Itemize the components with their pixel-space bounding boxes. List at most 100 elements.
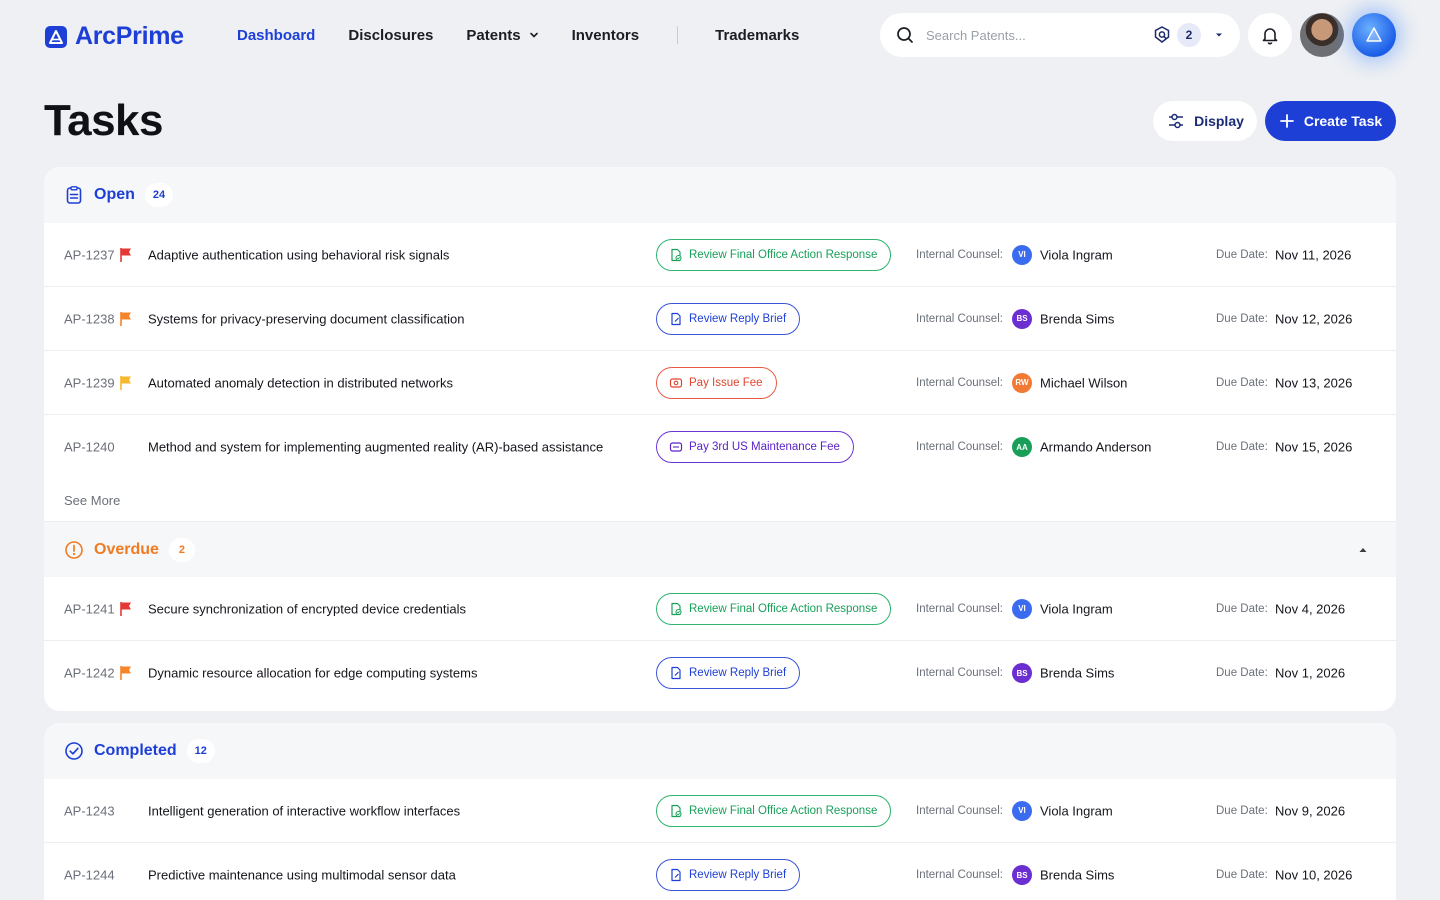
caret-down-icon[interactable] [1212, 28, 1226, 42]
search-icon [897, 27, 913, 43]
section-count-badge: 2 [168, 537, 195, 562]
task-title[interactable]: Adaptive authentication using behavioral… [148, 247, 449, 262]
section-title: Completed [94, 742, 177, 759]
counsel-avatar: VI [1012, 244, 1032, 265]
task-title[interactable]: Automated anomaly detection in distribut… [148, 375, 453, 390]
priority-flag-icon [120, 666, 131, 680]
task-row[interactable]: AP-1237 Adaptive authentication using beh… [44, 223, 1396, 287]
create-task-button[interactable]: Create Task [1265, 101, 1396, 141]
task-action-label: Review Reply Brief [689, 667, 787, 679]
nav-inventors[interactable]: Inventors [572, 27, 640, 44]
nav-dashboard[interactable]: Dashboard [237, 27, 315, 44]
document-edit-icon [671, 312, 681, 325]
counsel-name[interactable]: Viola Ingram [1040, 601, 1113, 616]
internal-counsel-label: Internal Counsel: [916, 602, 1003, 615]
counsel-name[interactable]: Viola Ingram [1040, 803, 1113, 818]
completed-section-header[interactable]: Completed 12 [44, 723, 1396, 779]
task-action-label: Pay Issue Fee [689, 376, 763, 389]
notifications-button[interactable] [1248, 13, 1292, 57]
section-count-badge: 12 [186, 739, 215, 763]
due-date-value: Nov 4, 2026 [1275, 601, 1346, 616]
task-id[interactable]: AP-1239 [64, 375, 115, 390]
nav-disclosures[interactable]: Disclosures [348, 27, 433, 44]
counsel-name[interactable]: Brenda Sims [1040, 666, 1114, 681]
logo[interactable]: ArcPrime [45, 22, 184, 51]
task-id[interactable]: AP-1237 [64, 247, 115, 262]
due-date-value: Nov 1, 2026 [1275, 665, 1346, 681]
internal-counsel-label: Internal Counsel: [916, 804, 1003, 817]
task-id[interactable]: AP-1243 [64, 803, 115, 818]
task-title[interactable]: Method and system for implementing augme… [148, 440, 603, 455]
counsel-name[interactable]: Armando Anderson [1040, 440, 1151, 455]
internal-counsel-label: Internal Counsel: [916, 441, 1003, 453]
collapse-caret-icon[interactable] [1358, 546, 1368, 554]
see-more-link[interactable]: See More [44, 479, 1396, 521]
payment-icon [669, 377, 683, 388]
document-edit-icon [671, 868, 681, 882]
task-action-label: Review Final Office Action Response [689, 602, 878, 615]
section-title: Open [94, 186, 135, 203]
task-title[interactable]: Secure synchronization of encrypted devi… [148, 601, 466, 616]
priority-flag-icon [120, 601, 131, 616]
alert-circle-icon [65, 540, 83, 559]
document-check-icon [671, 804, 682, 817]
task-row[interactable]: AP-1244 Predictive maintenance using mult… [44, 843, 1396, 900]
due-date-label: Due Date: [1216, 602, 1268, 615]
counsel-name[interactable]: Brenda Sims [1040, 311, 1114, 326]
task-row[interactable]: AP-1241 Secure synchronization of encrypt… [44, 577, 1396, 641]
patent-filter-icon [1154, 26, 1170, 43]
counsel-name[interactable]: Brenda Sims [1040, 868, 1114, 883]
task-action-button[interactable]: Review Final Office Action Response [656, 794, 892, 827]
display-button[interactable]: Display [1153, 101, 1257, 141]
nav-patents-label: Patents [466, 26, 521, 44]
task-id[interactable]: AP-1238 [64, 311, 115, 326]
task-id[interactable]: AP-1242 [64, 666, 115, 681]
counsel-avatar: RW [1012, 372, 1032, 393]
nav-trademarks[interactable]: Trademarks [715, 27, 799, 44]
search-input[interactable] [926, 27, 1141, 43]
completed-section: Completed 12 AP-1243 Intelligent generati… [44, 723, 1396, 900]
due-date-value: Nov 12, 2026 [1275, 311, 1353, 326]
user-avatar[interactable] [1300, 13, 1344, 57]
task-row[interactable]: AP-1238 Systems for privacy-preserving do… [44, 287, 1396, 351]
task-title[interactable]: Systems for privacy-preserving document … [148, 311, 464, 326]
nav-patents[interactable]: Patents [466, 27, 538, 44]
ai-assistant-button[interactable] [1352, 13, 1396, 57]
overdue-section-header[interactable]: Overdue 2 [44, 521, 1396, 577]
plus-icon [1279, 114, 1294, 128]
due-date-label: Due Date: [1216, 248, 1268, 261]
task-action-button[interactable]: Review Final Office Action Response [656, 592, 892, 625]
task-action-button[interactable]: Review Reply Brief [656, 859, 801, 891]
task-action-button[interactable]: Pay 3rd US Maintenance Fee [656, 431, 854, 463]
internal-counsel-label: Internal Counsel: [916, 248, 1003, 261]
task-action-button[interactable]: Review Final Office Action Response [656, 238, 892, 271]
task-row[interactable]: AP-1243 Intelligent generation of interac… [44, 779, 1396, 843]
task-title[interactable]: Intelligent generation of interactive wo… [148, 803, 460, 818]
internal-counsel-label: Internal Counsel: [916, 376, 1003, 389]
due-date-label: Due Date: [1216, 441, 1268, 453]
task-action-button[interactable]: Review Reply Brief [656, 302, 801, 335]
task-action-button[interactable]: Review Reply Brief [656, 657, 801, 689]
counsel-name[interactable]: Michael Wilson [1040, 375, 1127, 390]
logo-icon [45, 25, 67, 48]
sliders-icon [1169, 113, 1184, 129]
task-title[interactable]: Dynamic resource allocation for edge com… [148, 666, 477, 681]
task-id[interactable]: AP-1244 [64, 868, 115, 883]
task-id[interactable]: AP-1240 [64, 440, 115, 455]
task-row[interactable]: AP-1242 Dynamic resource allocation for e… [44, 641, 1396, 705]
task-row[interactable]: AP-1240 Method and system for implementin… [44, 415, 1396, 479]
document-check-icon [671, 248, 682, 261]
document-check-icon [671, 602, 682, 615]
open-section-header[interactable]: Open 24 [44, 167, 1396, 223]
document-edit-icon [671, 666, 681, 680]
task-action-button[interactable]: Pay Issue Fee [656, 366, 777, 399]
task-id[interactable]: AP-1241 [64, 601, 115, 616]
task-title[interactable]: Predictive maintenance using multimodal … [148, 868, 456, 883]
task-row[interactable]: AP-1239 Automated anomaly detection in di… [44, 351, 1396, 415]
filter-count-badge: 2 [1177, 23, 1201, 47]
counsel-name[interactable]: Viola Ingram [1040, 247, 1113, 262]
counsel-avatar: BS [1012, 865, 1032, 885]
counsel-avatar: BS [1012, 663, 1032, 683]
search-filter[interactable]: 2 [1152, 23, 1226, 47]
open-rows: AP-1237 Adaptive authentication using beh… [44, 223, 1396, 479]
